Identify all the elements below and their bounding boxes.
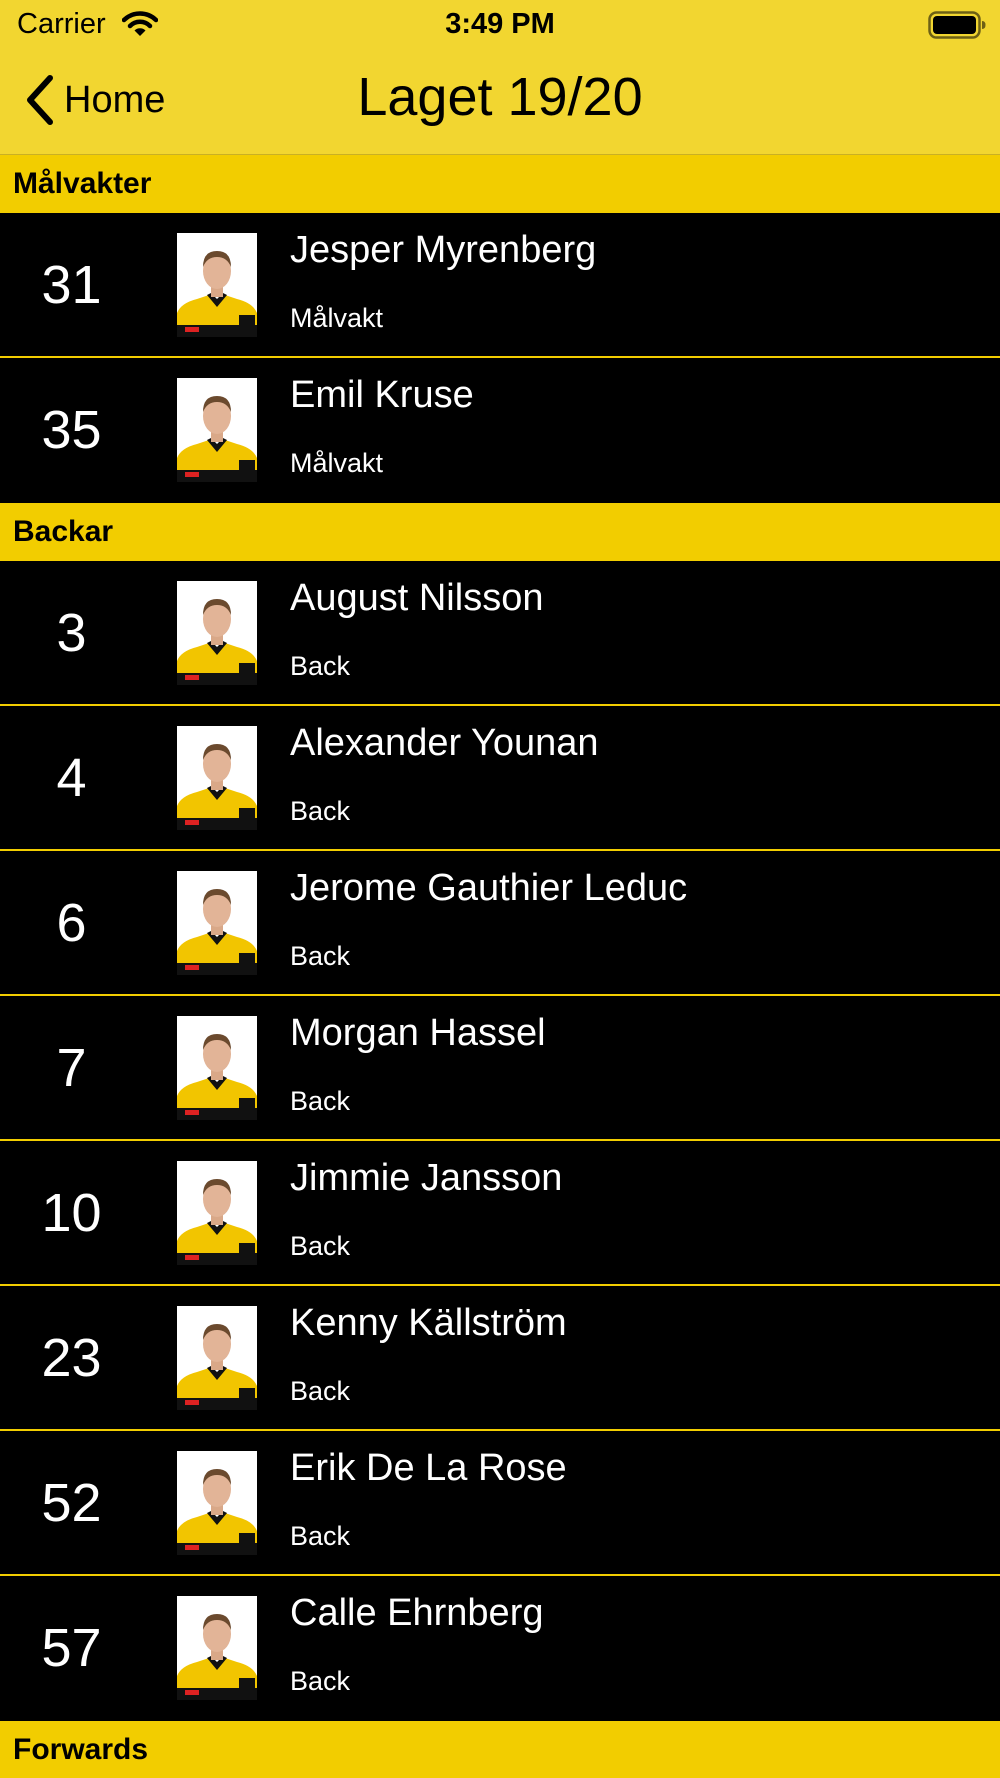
player-name: Morgan Hassel (290, 1012, 546, 1054)
player-number: 3 (56, 602, 87, 663)
player-name: Jerome Gauthier Leduc (290, 867, 688, 909)
section-header-malvakter: Målvakter (0, 155, 1000, 213)
section-header-forwards: Forwards (0, 1721, 1000, 1778)
player-position: Back (290, 1376, 351, 1406)
navigation-bar: Home Laget 19/20 (0, 50, 1000, 154)
player-name: August Nilsson (290, 577, 544, 619)
player-name: Erik De La Rose (290, 1447, 567, 1489)
roster-list[interactable]: Målvakter 31 Jesper Myrenberg Målvakt 35 Emil… (0, 155, 1000, 1778)
player-row[interactable]: 35 Emil Kruse Målvakt (0, 358, 1000, 503)
player-name: Jimmie Jansson (290, 1157, 563, 1199)
app-screen: Carrier 3:49 PM Home Laget 19/20 Målvakt… (0, 0, 1000, 1778)
player-name: Calle Ehrnberg (290, 1592, 544, 1634)
player-photo (177, 1016, 257, 1120)
player-row[interactable]: 52 Erik De La Rose Back (0, 1431, 1000, 1576)
player-row[interactable]: 23 Kenny Källström Back (0, 1286, 1000, 1431)
player-position: Back (290, 1666, 351, 1696)
player-photo (177, 378, 257, 482)
player-position: Back (290, 1231, 351, 1261)
player-row[interactable]: 57 Calle Ehrnberg Back (0, 1576, 1000, 1721)
section-title: Målvakter (13, 167, 152, 200)
player-name: Kenny Källström (290, 1302, 567, 1344)
player-number: 4 (56, 747, 87, 808)
section-title: Forwards (13, 1733, 149, 1766)
status-clock: 3:49 PM (445, 8, 555, 40)
player-position: Back (290, 1521, 351, 1551)
page-title: Laget 19/20 (357, 67, 643, 127)
section-header-backar: Backar (0, 503, 1000, 561)
player-name: Emil Kruse (290, 374, 474, 416)
player-number: 10 (41, 1182, 102, 1243)
player-row[interactable]: 7 Morgan Hassel Back (0, 996, 1000, 1141)
player-photo (177, 1451, 257, 1555)
player-photo (177, 233, 257, 337)
player-row[interactable]: 31 Jesper Myrenberg Målvakt (0, 213, 1000, 358)
player-position: Back (290, 651, 351, 681)
player-photo (177, 581, 257, 685)
player-row[interactable]: 4 Alexander Younan Back (0, 706, 1000, 851)
player-number: 52 (41, 1472, 102, 1533)
player-photo (177, 871, 257, 975)
battery-icon (928, 11, 986, 39)
top-bar: Carrier 3:49 PM Home Laget 19/20 (0, 0, 1000, 155)
section-title: Backar (13, 515, 114, 548)
player-row[interactable]: 6 Jerome Gauthier Leduc Back (0, 851, 1000, 996)
player-number: 57 (41, 1617, 102, 1678)
player-row[interactable]: 3 August Nilsson Back (0, 561, 1000, 706)
player-number: 31 (41, 254, 102, 315)
player-position: Målvakt (290, 303, 384, 333)
player-name: Jesper Myrenberg (290, 229, 597, 271)
player-photo (177, 1596, 257, 1700)
player-photo (177, 726, 257, 830)
player-position: Back (290, 941, 351, 971)
player-position: Back (290, 1086, 351, 1116)
player-position: Målvakt (290, 448, 384, 478)
player-row[interactable]: 10 Jimmie Jansson Back (0, 1141, 1000, 1286)
player-position: Back (290, 796, 351, 826)
status-bar: Carrier 3:49 PM (0, 0, 1000, 50)
player-name: Alexander Younan (290, 722, 599, 764)
player-number: 6 (56, 892, 87, 953)
player-photo (177, 1306, 257, 1410)
player-number: 35 (41, 399, 102, 460)
player-number: 7 (56, 1037, 87, 1098)
player-number: 23 (41, 1327, 102, 1388)
player-photo (177, 1161, 257, 1265)
